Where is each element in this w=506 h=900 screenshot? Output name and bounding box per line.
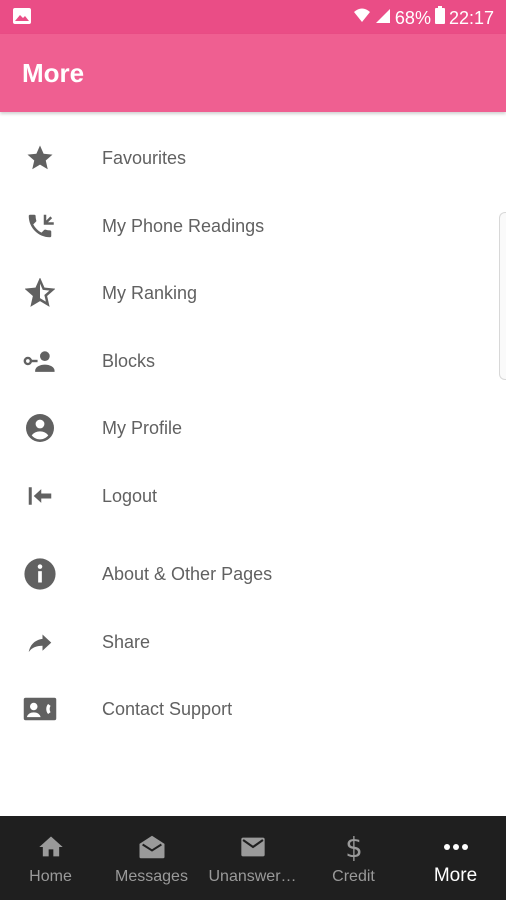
star-icon: [22, 140, 58, 176]
menu-item-label: My Profile: [102, 417, 183, 438]
home-icon: [0, 832, 101, 862]
menu-item-label: My Ranking: [102, 282, 198, 303]
menu-item-label: My Phone Readings: [102, 215, 265, 236]
svg-text:$: $: [345, 832, 363, 862]
tab-messages[interactable]: Messages: [101, 816, 202, 900]
tab-label: Credit: [332, 868, 375, 885]
app-bar: More: [0, 34, 506, 112]
star-half-icon: [22, 275, 58, 311]
phone-callback-icon: [22, 208, 58, 244]
logout-icon: [22, 478, 58, 514]
info-icon: [22, 556, 58, 592]
tab-home[interactable]: Home: [0, 816, 101, 900]
menu-item-label: Share: [102, 631, 151, 652]
menu-item-label: Contact Support: [102, 698, 233, 719]
bottom-navigation: Home Messages Unanswer… $ Credit More: [0, 816, 506, 900]
menu-item-blocks[interactable]: Blocks: [0, 328, 506, 394]
dollar-icon: $: [303, 832, 404, 862]
menu-item-label: About & Other Pages: [102, 563, 273, 584]
tab-label: More: [433, 865, 478, 886]
battery-percentage: 68%: [394, 7, 431, 28]
tab-label: Messages: [115, 868, 188, 885]
page-title: More: [22, 58, 85, 88]
more-dots-icon: [405, 832, 506, 862]
block-user-icon: [22, 343, 58, 379]
wifi-icon: [353, 6, 371, 29]
menu-item-my-profile[interactable]: My Profile: [0, 395, 506, 461]
edge-panel-handle[interactable]: [499, 212, 506, 380]
tab-more[interactable]: More: [405, 816, 506, 900]
menu-item-my-ranking[interactable]: My Ranking: [0, 260, 506, 326]
menu-item-favourites[interactable]: Favourites: [0, 125, 506, 191]
tab-label: Home: [29, 868, 72, 885]
tab-credit[interactable]: $ Credit: [303, 816, 404, 900]
menu-item-label: Logout: [102, 485, 158, 506]
account-circle-icon: [22, 410, 58, 446]
menu-item-my-phone-readings[interactable]: My Phone Readings: [0, 193, 506, 259]
drafts-icon: [101, 832, 202, 862]
contact-card-icon: [22, 691, 58, 727]
tab-unanswered[interactable]: Unanswer…: [202, 816, 303, 900]
menu-item-label: Favourites: [102, 147, 187, 168]
status-bar: 68% 22:17: [0, 0, 506, 34]
share-arrow-icon: [22, 624, 58, 660]
gallery-notification-icon: [12, 7, 32, 30]
mail-icon: [202, 832, 303, 862]
menu-item-contact-support[interactable]: Contact Support: [0, 676, 506, 742]
menu-item-label: Blocks: [102, 350, 156, 371]
menu-item-logout[interactable]: Logout: [0, 463, 506, 529]
tab-label: Unanswer…: [208, 868, 297, 885]
clock: 22:17: [448, 7, 494, 28]
menu-item-share[interactable]: Share: [0, 609, 506, 675]
menu-item-about-other-pages[interactable]: About & Other Pages: [0, 541, 506, 607]
signal-icon: [375, 7, 391, 29]
battery-icon: [434, 6, 445, 29]
